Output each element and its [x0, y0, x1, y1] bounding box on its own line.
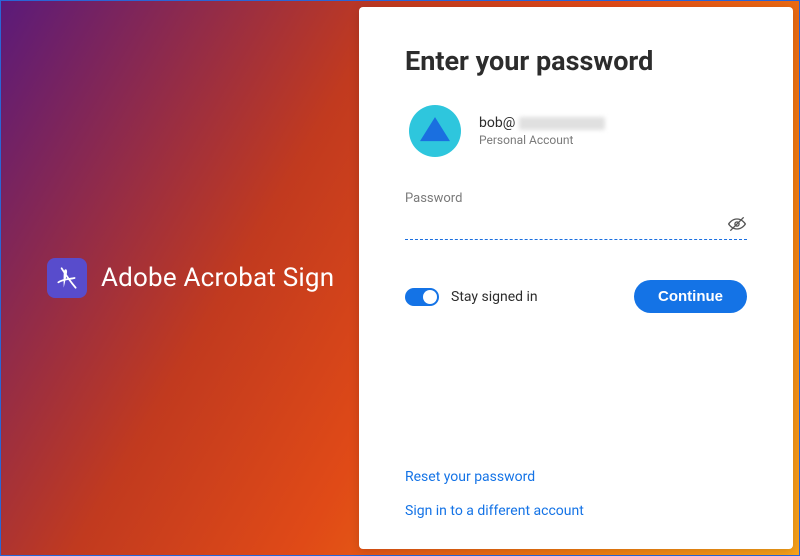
spacer: [405, 333, 747, 469]
screen: Adobe Acrobat Sign Enter your password b…: [0, 0, 800, 556]
email-redacted-part: [519, 117, 605, 130]
continue-button[interactable]: Continue: [634, 280, 747, 313]
login-panel: Enter your password bob@ Personal Accoun…: [359, 7, 793, 549]
reset-password-link[interactable]: Reset your password: [405, 469, 747, 485]
password-input[interactable]: [405, 212, 747, 240]
password-field: Password: [405, 191, 747, 240]
brand: Adobe Acrobat Sign: [47, 258, 334, 298]
stay-signed-in-container: Stay signed in: [405, 288, 538, 306]
stay-signed-in-label: Stay signed in: [451, 289, 538, 305]
account-info: bob@ Personal Account: [479, 115, 605, 147]
help-links: Reset your password Sign in to a differe…: [405, 469, 747, 519]
toggle-password-visibility-icon[interactable]: [727, 214, 747, 234]
account-type-label: Personal Account: [479, 133, 605, 147]
password-label: Password: [405, 191, 747, 206]
brand-title: Adobe Acrobat Sign: [101, 263, 334, 293]
account-row: bob@ Personal Account: [409, 105, 747, 157]
different-account-link[interactable]: Sign in to a different account: [405, 503, 747, 519]
brand-panel: Adobe Acrobat Sign: [1, 1, 359, 555]
account-email: bob@: [479, 115, 605, 131]
avatar: [409, 105, 461, 157]
actions-row: Stay signed in Continue: [405, 280, 747, 313]
stay-signed-in-toggle[interactable]: [405, 288, 439, 306]
adobe-acrobat-icon: [47, 258, 87, 298]
email-visible-part: bob@: [479, 115, 515, 131]
page-title: Enter your password: [405, 45, 747, 77]
